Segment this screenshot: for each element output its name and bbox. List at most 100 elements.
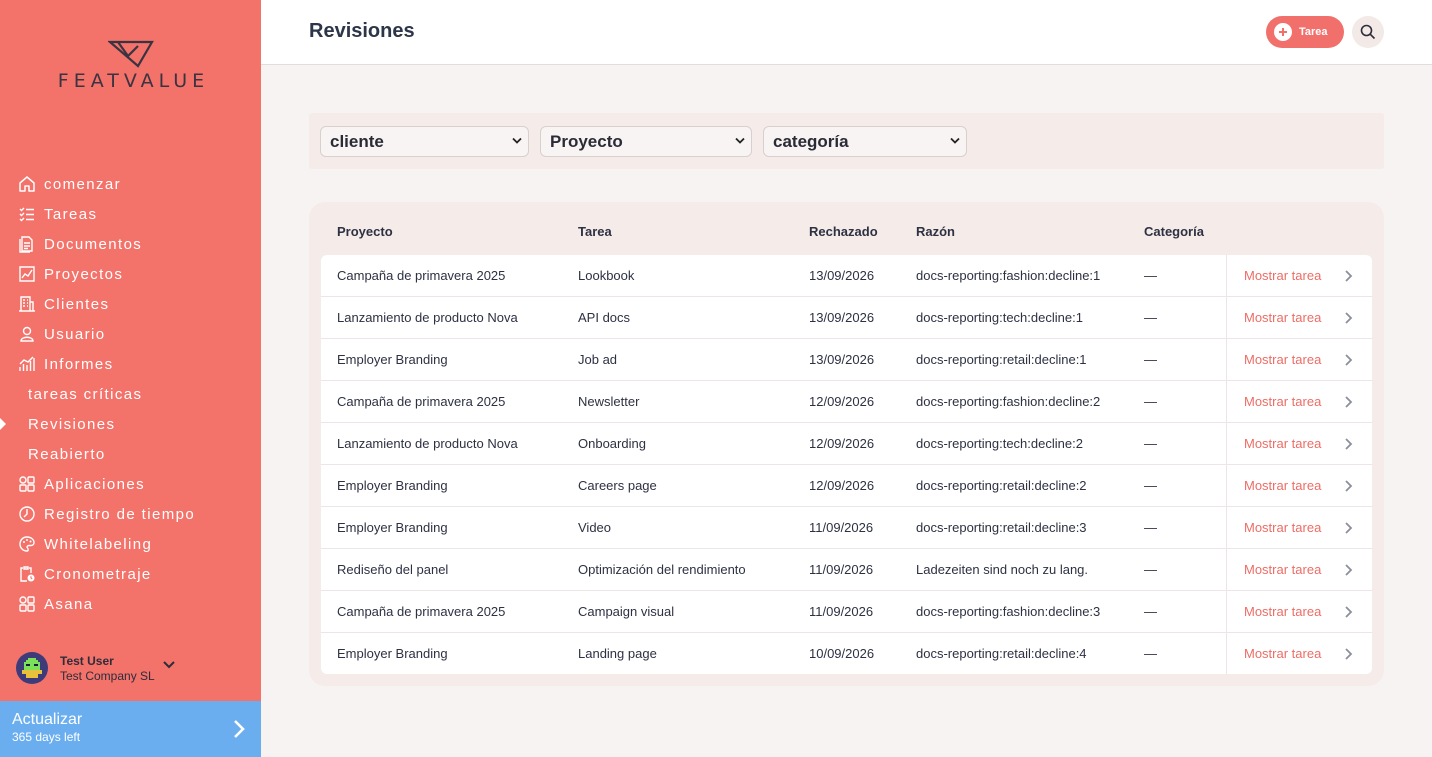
cell-rejected: 10/09/2026: [809, 646, 875, 661]
building-icon: [18, 295, 36, 313]
cell-rejected: 13/09/2026: [809, 268, 875, 283]
cell-reason: docs-reporting:tech:decline:2: [916, 436, 1083, 451]
apps-icon: [18, 475, 36, 493]
sidebar-item-comenzar[interactable]: comenzar: [0, 169, 261, 199]
sidebar-item-aplicaciones[interactable]: Aplicaciones: [0, 469, 261, 499]
column-header-category[interactable]: Categoría: [1144, 224, 1204, 239]
cell-reason: docs-reporting:retail:decline:4: [916, 646, 1087, 661]
sidebar-item-documentos[interactable]: Documentos: [0, 229, 261, 259]
sidebar-item-tareas-criticas[interactable]: tareas críticas: [0, 379, 261, 409]
sidebar-item-whitelabeling[interactable]: Whitelabeling: [0, 529, 261, 559]
cell-task: Newsletter: [578, 394, 640, 409]
cell-reason: docs-reporting:retail:decline:1: [916, 352, 1087, 367]
sidebar: FEATVALUE comenzar Tareas Documentos Proyec…: [0, 0, 261, 757]
sidebar-item-usuario[interactable]: Usuario: [0, 319, 261, 349]
cell-project: Campaña de primavera 2025: [337, 268, 506, 283]
sidebar-item-clientes[interactable]: Clientes: [0, 289, 261, 319]
add-task-button[interactable]: Tarea: [1266, 16, 1344, 48]
cell-reason: docs-reporting:retail:decline:2: [916, 478, 1087, 493]
clipboard-clock-icon: [18, 565, 36, 583]
palette-icon: [18, 535, 36, 553]
cell-project: Lanzamiento de producto Nova: [337, 310, 518, 325]
sidebar-nav: comenzar Tareas Documentos Proyectos Cliente…: [0, 169, 261, 619]
sidebar-item-label: Proyectos: [44, 265, 124, 283]
chevron-down-icon: [163, 661, 175, 669]
user-icon: [18, 325, 36, 343]
sidebar-item-tareas[interactable]: Tareas: [0, 199, 261, 229]
table-row: Campaña de primavera 2025 Newsletter 12/09…: [321, 381, 1372, 423]
show-task-button[interactable]: Mostrar tarea: [1226, 591, 1372, 633]
cell-category: —: [1144, 646, 1157, 661]
avatar: [16, 652, 48, 684]
table-row: Campaña de primavera 2025 Lookbook 13/09/2…: [321, 255, 1372, 297]
cell-category: —: [1144, 352, 1157, 367]
sidebar-item-label: Whitelabeling: [44, 535, 153, 553]
reviews-table: Proyecto Tarea Rechazado Razón Categoría…: [309, 202, 1384, 686]
cell-project: Employer Branding: [337, 646, 448, 661]
sidebar-item-asana[interactable]: Asana: [0, 589, 261, 619]
show-task-label: Mostrar tarea: [1244, 520, 1322, 535]
show-task-button[interactable]: Mostrar tarea: [1226, 423, 1372, 465]
column-header-rejected[interactable]: Rechazado: [809, 224, 878, 239]
show-task-button[interactable]: Mostrar tarea: [1226, 507, 1372, 549]
upgrade-subtitle: 365 days left: [12, 730, 81, 744]
sidebar-item-label: Tareas: [44, 205, 98, 223]
client-select[interactable]: cliente: [320, 126, 529, 157]
column-header-task[interactable]: Tarea: [578, 224, 612, 239]
show-task-label: Mostrar tarea: [1244, 310, 1322, 325]
logo[interactable]: FEATVALUE: [0, 40, 261, 92]
cell-reason: docs-reporting:retail:decline:3: [916, 520, 1087, 535]
upgrade-button[interactable]: Actualizar 365 days left: [0, 701, 261, 757]
show-task-label: Mostrar tarea: [1244, 478, 1322, 493]
chevron-right-icon: [1345, 354, 1353, 366]
cell-task: Video: [578, 520, 612, 535]
brand-name: FEATVALUE: [57, 70, 210, 92]
show-task-button[interactable]: Mostrar tarea: [1226, 297, 1372, 339]
search-button[interactable]: [1352, 16, 1384, 48]
table-row: Employer Branding Landing page 10/09/2026 d…: [321, 633, 1372, 674]
chevron-right-icon: [1345, 270, 1353, 282]
chevron-right-icon: [1345, 522, 1353, 534]
table-row: Rediseño del panel Optimización del rendi…: [321, 549, 1372, 591]
show-task-button[interactable]: Mostrar tarea: [1226, 549, 1372, 591]
sidebar-item-label: Registro de tiempo: [44, 505, 196, 523]
show-task-button[interactable]: Mostrar tarea: [1226, 381, 1372, 423]
show-task-button[interactable]: Mostrar tarea: [1226, 255, 1372, 297]
sidebar-item-proyectos[interactable]: Proyectos: [0, 259, 261, 289]
column-header-project[interactable]: Proyecto: [337, 224, 393, 239]
sidebar-item-reabierto[interactable]: Reabierto: [0, 439, 261, 469]
show-task-button[interactable]: Mostrar tarea: [1226, 339, 1372, 381]
column-header-reason[interactable]: Razón: [916, 224, 955, 239]
sidebar-item-informes[interactable]: Informes: [0, 349, 261, 379]
cell-task: Lookbook: [578, 268, 635, 283]
show-task-button[interactable]: Mostrar tarea: [1226, 465, 1372, 507]
page-title: Revisiones: [309, 20, 415, 42]
projects-icon: [18, 265, 36, 283]
sidebar-item-registro-de-tiempo[interactable]: Registro de tiempo: [0, 499, 261, 529]
table-body: Campaña de primavera 2025 Lookbook 13/09/2…: [321, 255, 1372, 674]
sidebar-item-cronometraje[interactable]: Cronometraje: [0, 559, 261, 589]
show-task-button[interactable]: Mostrar tarea: [1226, 633, 1372, 674]
sidebar-item-revisiones[interactable]: Revisiones: [0, 409, 261, 439]
sidebar-item-label: comenzar: [44, 175, 122, 193]
sidebar-item-label: Usuario: [44, 325, 106, 343]
cell-project: Campaña de primavera 2025: [337, 394, 506, 409]
project-select-value: Proyecto: [550, 131, 623, 151]
category-select-value: categoría: [773, 131, 849, 151]
cell-reason: docs-reporting:fashion:decline:3: [916, 604, 1101, 619]
category-select[interactable]: categoría: [763, 126, 967, 157]
chevron-down-icon: [512, 137, 522, 144]
cell-reason: docs-reporting:fashion:decline:1: [916, 268, 1101, 283]
chevron-right-icon: [1345, 606, 1353, 618]
sidebar-item-label: tareas críticas: [28, 385, 143, 403]
project-select[interactable]: Proyecto: [540, 126, 752, 157]
top-header: Revisiones Tarea: [261, 0, 1432, 65]
show-task-label: Mostrar tarea: [1244, 352, 1322, 367]
show-task-label: Mostrar tarea: [1244, 604, 1322, 619]
chevron-down-icon: [735, 137, 745, 144]
cell-reason: docs-reporting:fashion:decline:2: [916, 394, 1101, 409]
cell-task: Job ad: [578, 352, 618, 367]
user-menu[interactable]: Test User Test Company SL: [16, 652, 175, 684]
table-row: Lanzamiento de producto Nova API docs 13/0…: [321, 297, 1372, 339]
cell-task: Campaign visual: [578, 604, 675, 619]
